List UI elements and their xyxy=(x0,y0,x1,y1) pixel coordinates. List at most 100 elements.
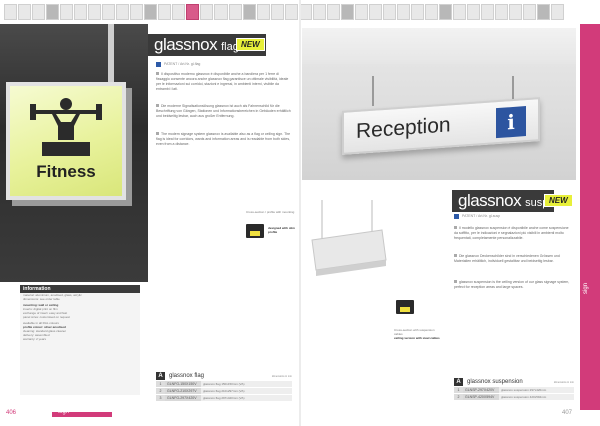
bullet-icon xyxy=(454,254,457,257)
fitness-sign-text: Fitness xyxy=(36,162,96,181)
catalogue-thumbnail xyxy=(172,4,186,20)
order-row-code: GLNSP-420X594V xyxy=(463,394,499,400)
order-table-letter: A xyxy=(454,378,463,386)
catalogue-thumbnail xyxy=(495,4,509,20)
information-box: information material: aluminium, anodise… xyxy=(20,285,140,395)
catalogue-thumbnail xyxy=(340,4,354,20)
suspension-sign-photo xyxy=(302,200,392,330)
order-row-number: 1 xyxy=(156,381,165,387)
printer-icon xyxy=(246,224,264,238)
catalogue-thumbnail xyxy=(284,4,298,20)
catalogue-thumbnail xyxy=(200,4,214,20)
catalogue-thumbnail xyxy=(438,4,452,20)
order-table-letter: A xyxy=(156,372,165,380)
catalogue-thumbnail xyxy=(228,4,242,20)
catalogue-thumbnail xyxy=(453,4,467,20)
catalogue-thumbnail-strip xyxy=(4,4,565,20)
catalogue-thumbnail xyxy=(481,4,495,20)
bullet-icon xyxy=(156,72,159,75)
suspension-sign-illustration xyxy=(311,200,387,276)
order-row-code: GLNFG-150X150V xyxy=(165,381,201,387)
order-row-number: 2 xyxy=(454,394,463,400)
fitness-sign-photo: Fitness xyxy=(0,24,148,282)
catalogue-thumbnail xyxy=(523,4,537,20)
patent-icon xyxy=(454,214,459,219)
catalogue-thumbnail xyxy=(4,4,18,20)
page-spine xyxy=(299,0,301,426)
catalogue-thumbnail xyxy=(18,4,32,20)
order-row-number: 3 xyxy=(156,395,165,401)
reception-sign-photo: Reception i xyxy=(302,28,576,180)
order-table-header: A glassnox flag dimensions in mm xyxy=(156,372,292,380)
order-table-header: A glassnox suspension dimensions in mm xyxy=(454,378,574,386)
catalogue-thumbnail xyxy=(382,4,396,20)
suspension-paragraph-2: Die glassnox Deckenschilder sind in vers… xyxy=(454,254,560,263)
information-row: warranty: 2 years xyxy=(23,337,47,341)
order-table-title: glassnox suspension xyxy=(467,379,523,385)
catalogue-thumbnail xyxy=(368,4,382,20)
catalogue-thumbnail xyxy=(186,4,200,20)
section-side-tab: sign xyxy=(580,24,600,410)
order-row-code: GLNSP-297X420V xyxy=(463,387,499,393)
catalogue-thumbnail xyxy=(130,4,144,20)
patent-icon xyxy=(156,62,161,67)
catalogue-thumbnail xyxy=(354,4,368,20)
catalogue-thumbnail xyxy=(46,4,60,20)
catalogue-thumbnail xyxy=(424,4,438,20)
catalogue-thumbnail xyxy=(116,4,130,20)
catalogue-thumbnail xyxy=(467,4,481,20)
suspension-patent-line: PATENT / Art.Nr. gl-susp xyxy=(462,214,501,218)
bullet-icon xyxy=(156,132,159,135)
order-row-description: glassnox flag 297x420mm (VA) xyxy=(201,395,292,401)
suspension-callout: Cross-section with suspension cables cei… xyxy=(394,328,440,340)
suspension-paragraph-3: glassnox suspension is the ceiling versi… xyxy=(454,280,570,289)
information-rows: material: aluminium, anodised, glass, ac… xyxy=(20,293,140,341)
catalogue-thumbnail xyxy=(551,4,565,20)
order-row-description: glassnox flag 150x150mm (VA) xyxy=(201,381,292,387)
catalogue-thumbnail xyxy=(410,4,424,20)
catalogue-thumbnail xyxy=(158,4,172,20)
order-row-description: glassnox suspension 297x420mm xyxy=(499,387,574,393)
suspension-title-bar: glassnox suspension xyxy=(452,190,581,212)
left-page-footer: 406 sign xyxy=(0,409,300,418)
order-table-row: 3 GLNFG-297X420V glassnox flag 297x420mm (… xyxy=(156,395,292,401)
order-table-row: 1 GLNSP-297X420V glassnox suspension 297x4… xyxy=(454,387,574,393)
side-tab-label: sign xyxy=(583,282,589,294)
flag-patent-line: PATENT / Art.Nr. gl-flag xyxy=(164,62,201,66)
catalogue-thumbnail xyxy=(32,4,46,20)
reception-sign-text: Reception xyxy=(356,113,451,143)
weightlifter-icon xyxy=(30,98,102,156)
order-table-row: 1 GLNFG-150X150V glassnox flag 150x150mm (… xyxy=(156,381,292,387)
flag-title: glassnox xyxy=(154,35,218,54)
ceiling xyxy=(302,28,576,64)
catalogue-thumbnail xyxy=(102,4,116,20)
info-icon: i xyxy=(496,106,526,139)
left-page-number: 406 xyxy=(6,410,17,416)
right-page-footer: 407 xyxy=(300,410,600,418)
order-row-number: 2 xyxy=(156,388,165,394)
flag-order-table: A glassnox flag dimensions in mm 1 GLNFG-… xyxy=(156,372,292,401)
bullet-icon xyxy=(156,104,159,107)
catalogue-thumbnail xyxy=(60,4,74,20)
catalogue-thumbnail xyxy=(214,4,228,20)
suspension-title: glassnox xyxy=(458,191,522,210)
catalogue-thumbnail xyxy=(509,4,523,20)
suspension-rod xyxy=(372,76,374,106)
order-row-description: glassnox flag 210x297mm (VA) xyxy=(201,388,292,394)
fitness-flag-sign: Fitness xyxy=(6,82,126,200)
bullet-icon xyxy=(454,280,457,283)
order-row-number: 1 xyxy=(454,387,463,393)
order-table-row: 2 GLNSP-420X594V glassnox suspension 420x5… xyxy=(454,394,574,400)
catalogue-thumbnail xyxy=(74,4,88,20)
bullet-icon xyxy=(454,226,457,229)
order-table-note: dimensions in mm xyxy=(271,374,292,378)
suspension-new-badge: NEW xyxy=(544,194,573,207)
right-page-number: 407 xyxy=(561,410,572,416)
suspension-paragraph-1: Il modello glassnox suspension è disponi… xyxy=(454,226,569,240)
flag-paragraph-3: The modern signage system glassnox is av… xyxy=(156,132,291,146)
order-table-title: glassnox flag xyxy=(169,373,205,379)
order-table-row: 2 GLNFG-210X297V glassnox flag 210x297mm (… xyxy=(156,388,292,394)
order-table-note: dimensions in mm xyxy=(553,380,574,384)
information-heading: information xyxy=(20,285,140,293)
catalogue-thumbnail xyxy=(242,4,256,20)
